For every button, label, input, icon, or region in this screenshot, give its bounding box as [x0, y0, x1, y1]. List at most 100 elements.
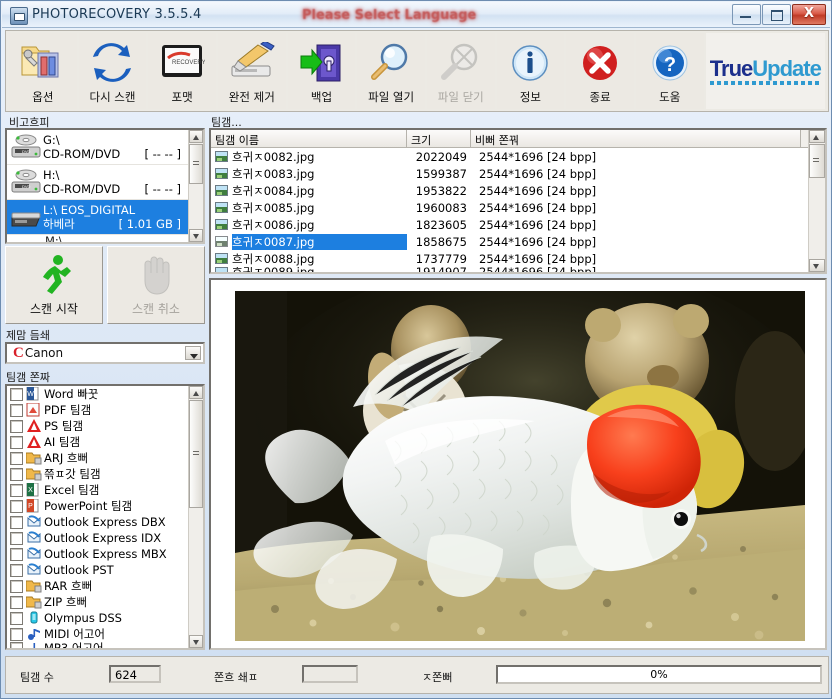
toolbar-button-help[interactable]: ? 도움 — [635, 33, 704, 109]
toolbar-button-wipe[interactable]: 완전 제거 — [217, 33, 286, 109]
filetype-item[interactable]: AI 팀갬 — [7, 434, 189, 450]
vendor-select[interactable]: C Canon — [5, 342, 205, 364]
checkbox[interactable] — [10, 547, 23, 561]
drive-item-selected[interactable]: L:\ EOS_DIGITAL 하베라 [ 1.01 GB ] — [7, 200, 203, 235]
svg-text:RECOVERY: RECOVERY — [172, 60, 205, 66]
drive-type: CD-ROM/DVD — [43, 182, 121, 196]
file-list[interactable]: 팀갬 이름 크기 비뻐 쫀꿔 흐귀ㅈ0082.jpg 2022049 2544*… — [209, 128, 827, 274]
close-button[interactable]: X — [792, 4, 826, 25]
filetype-item[interactable]: Outlook PST — [7, 562, 189, 578]
scroll-down-arrow[interactable] — [189, 635, 203, 648]
toolbar-button-options[interactable]: 옵션 — [9, 33, 77, 109]
drive-item[interactable]: DVD G:\ CD-ROM/DVD [ -- -- ] — [7, 130, 203, 165]
toolbar-button-format[interactable]: RECOVERY 포맷 — [148, 33, 216, 109]
filetype-item[interactable]: PDF 팀갬 — [7, 402, 189, 418]
table-row[interactable]: 흐귀ㅈ0089.jpg 1914907 2544*1696 [24 bpp] — [211, 267, 825, 274]
scroll-up-arrow[interactable] — [809, 130, 825, 143]
scroll-down-arrow[interactable] — [809, 259, 825, 272]
checkbox[interactable] — [10, 611, 23, 625]
filetype-list[interactable]: W Word 빠꿋 PDF 팀갬 PS 팀갬 AI 팀갬 ARJ 흐뻐 쯖ㅍ갓 … — [5, 384, 205, 650]
filetype-item[interactable]: MIDI 어고어 — [7, 626, 189, 642]
table-row[interactable]: 흐귀ㅈ0085.jpg 1960083 2544*1696 [24 bpp] — [211, 199, 825, 216]
filetype-item[interactable]: PS 팀갬 — [7, 418, 189, 434]
toolbar-button-info[interactable]: 정보 — [496, 33, 565, 109]
filetype-item[interactable]: ARJ 흐뻐 — [7, 450, 189, 466]
checkbox[interactable] — [10, 563, 23, 577]
image-file-icon — [215, 267, 228, 272]
start-scan-button[interactable]: 스캔 시작 — [5, 246, 103, 324]
filetype-item[interactable]: X Excel 팀갬 — [7, 482, 189, 498]
filetype-item[interactable]: ZIP 흐뻐 — [7, 594, 189, 610]
checkbox[interactable] — [10, 451, 23, 465]
checkbox[interactable] — [10, 403, 23, 417]
scroll-up-arrow[interactable] — [189, 386, 203, 399]
column-header-size[interactable]: 크기 — [407, 130, 471, 147]
toolbar-button-exit[interactable]: 종료 — [566, 33, 634, 109]
filetype-item[interactable]: RAR 흐뻐 — [7, 578, 189, 594]
scroll-thumb[interactable] — [189, 144, 203, 184]
checkbox[interactable] — [10, 579, 23, 593]
table-row[interactable]: 흐귀ㅈ0084.jpg 1953822 2544*1696 [24 bpp] — [211, 182, 825, 199]
filetype-item[interactable]: Outlook Express DBX — [7, 514, 189, 530]
drive-item-partial[interactable]: M:\ — [7, 234, 203, 243]
checkbox[interactable] — [10, 387, 23, 401]
filetype-item[interactable]: P PowerPoint 팀갬 — [7, 498, 189, 514]
toolbar-label: 파일 열기 — [368, 90, 415, 104]
filetype-item[interactable]: MP3 어고어 — [7, 642, 189, 648]
checkbox[interactable] — [10, 595, 23, 609]
filetype-item[interactable]: Olympus DSS — [7, 610, 189, 626]
file-name: 흐귀ㅈ0082.jpg — [232, 149, 315, 164]
trueupdate-underline — [709, 80, 821, 85]
checkbox[interactable] — [10, 499, 23, 513]
drive-list[interactable]: DVD G:\ CD-ROM/DVD [ -- -- ] DVD H:\ CD-… — [5, 128, 205, 244]
table-row[interactable]: 흐귀ㅈ0083.jpg 1599387 2544*1696 [24 bpp] — [211, 165, 825, 182]
checkbox[interactable] — [10, 483, 23, 497]
table-row[interactable]: 흐귀ㅈ0082.jpg 2022049 2544*1696 [24 bpp] — [211, 148, 825, 165]
checkbox[interactable] — [10, 435, 23, 449]
checkbox[interactable] — [10, 531, 23, 545]
column-header-name[interactable]: 팀갬 이름 — [211, 130, 407, 147]
file-size: 1953822 — [415, 183, 467, 198]
svg-text:P: P — [28, 503, 33, 510]
dvd-drive-icon: DVD — [9, 132, 43, 162]
filetype-label-text: PowerPoint 팀갬 — [44, 499, 133, 513]
file-name: 흐귀ㅈ0089.jpg — [232, 267, 315, 274]
file-dimensions: 2544*1696 [24 bpp] — [479, 149, 597, 164]
checkbox[interactable] — [10, 627, 23, 641]
file-dimensions: 2544*1696 [24 bpp] — [479, 267, 597, 274]
column-header-depth[interactable]: 비뻐 쫀꿔 — [471, 130, 801, 147]
scroll-up-arrow[interactable] — [189, 130, 203, 143]
checkbox[interactable] — [10, 642, 23, 648]
file-list-scrollbar[interactable] — [808, 130, 825, 272]
filetype-scrollbar[interactable] — [188, 386, 203, 648]
scroll-thumb[interactable] — [809, 144, 825, 178]
chevron-down-icon[interactable] — [185, 346, 201, 360]
minimize-button[interactable] — [732, 4, 761, 25]
toolbar-button-rescan[interactable]: 다시 스캔 — [78, 33, 147, 109]
archive-folder-icon — [25, 595, 42, 609]
checkbox[interactable] — [10, 515, 23, 529]
table-row[interactable]: 흐귀ㅈ0088.jpg 1737779 2544*1696 [24 bpp] — [211, 250, 825, 267]
scroll-down-arrow[interactable] — [189, 229, 203, 242]
toolbar-button-open-file[interactable]: 파일 열기 — [357, 33, 425, 109]
minimize-icon — [740, 16, 751, 18]
file-size: 2022049 — [415, 149, 467, 164]
file-size: 1599387 — [415, 166, 467, 181]
table-row[interactable]: 흐귀ㅈ0086.jpg 1823605 2544*1696 [24 bpp] — [211, 216, 825, 233]
maximize-button[interactable] — [762, 4, 791, 25]
checkbox[interactable] — [10, 467, 23, 481]
filetype-item[interactable]: W Word 빠꿋 — [7, 386, 189, 402]
table-row-selected[interactable]: 흐귀ㅈ0087.jpg 1858675 2544*1696 [24 bpp] — [211, 233, 825, 250]
checkbox[interactable] — [10, 419, 23, 433]
second-status-value — [302, 665, 358, 683]
drive-item[interactable]: DVD H:\ CD-ROM/DVD [ -- -- ] — [7, 165, 203, 200]
wipe-broom-icon — [228, 39, 276, 87]
drive-list-scrollbar[interactable] — [188, 130, 203, 242]
trueupdate-logo[interactable]: TrueUpdate — [705, 33, 825, 109]
toolbar-button-backup[interactable]: 백업 — [287, 33, 356, 109]
excel-icon: X — [26, 482, 42, 497]
scroll-thumb[interactable] — [189, 400, 203, 508]
filetype-item[interactable]: Outlook Express IDX — [7, 530, 189, 546]
filetype-item[interactable]: 쯖ㅍ갓 팀갬 — [7, 466, 189, 482]
filetype-item[interactable]: Outlook Express MBX — [7, 546, 189, 562]
